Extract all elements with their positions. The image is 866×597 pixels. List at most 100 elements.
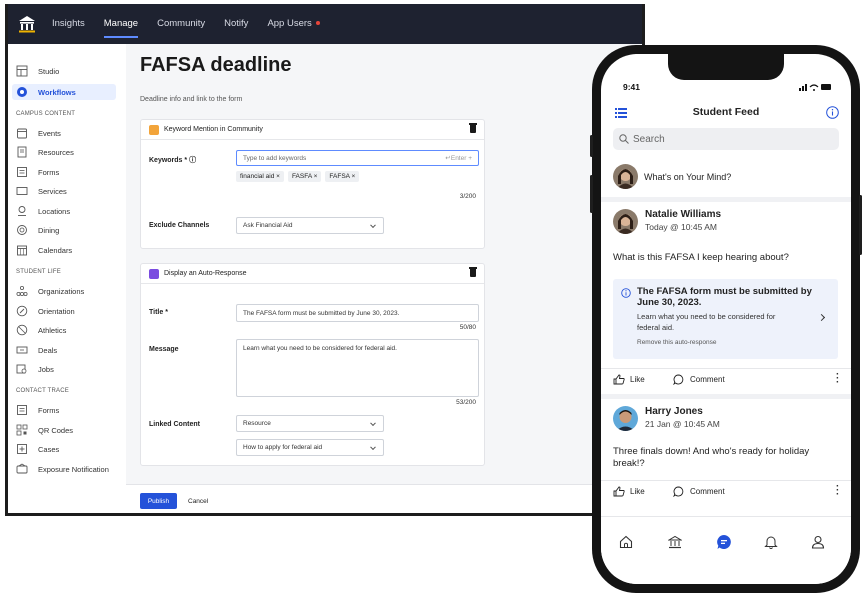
- sidebar-item-organizations[interactable]: Organizations: [16, 283, 116, 299]
- post-author: Natalie Williams: [645, 209, 722, 220]
- linked-content-value: How to apply for federal aid: [243, 444, 323, 451]
- linked-type-select[interactable]: Resource: [236, 415, 384, 432]
- auto-response-body: Learn what you need to be considered for…: [637, 312, 776, 332]
- sidebar-item-trace-forms[interactable]: Forms: [16, 402, 116, 418]
- sidebar: Studio Workflows CAMPUS CONTENT Events R…: [8, 44, 126, 513]
- nav-manage[interactable]: Manage: [103, 4, 139, 44]
- chevron-down-icon: [370, 221, 376, 228]
- compose-prompt[interactable]: What's on Your Mind?: [644, 172, 731, 182]
- auto-response-card: Display an Auto-Response Title * The FAF…: [140, 263, 485, 466]
- form-icon: [17, 405, 27, 415]
- sidebar-item-label: Orientation: [38, 306, 75, 316]
- section-divider: [601, 197, 851, 202]
- like-label: Like: [630, 487, 645, 496]
- more-options-icon[interactable]: · · ·: [836, 370, 839, 388]
- keyword-badge-icon: [149, 124, 159, 135]
- comment-label: Comment: [690, 487, 725, 496]
- nav-notify[interactable]: Notify: [224, 4, 248, 44]
- sidebar-item-cases[interactable]: Cases: [16, 441, 116, 457]
- feed-header: Student Feed: [601, 98, 851, 128]
- trash-icon[interactable]: [469, 267, 477, 277]
- sidebar-item-qr-codes[interactable]: QR Codes: [16, 422, 116, 438]
- nav-app-users-label: App Users: [267, 18, 312, 29]
- feed-icon[interactable]: [716, 534, 732, 550]
- sidebar-item-studio[interactable]: Studio: [16, 63, 116, 79]
- sidebar-item-events[interactable]: Events: [16, 125, 116, 141]
- campus-icon[interactable]: [668, 535, 682, 549]
- phone-notch: [668, 54, 784, 80]
- sidebar-item-label: Studio: [38, 66, 60, 76]
- linked-type-value: Resource: [243, 420, 271, 427]
- section-heading-contact-trace: CONTACT TRACE: [16, 388, 69, 394]
- sidebar-item-forms[interactable]: Forms: [16, 164, 116, 180]
- sidebar-item-athletics[interactable]: Athletics: [16, 322, 116, 338]
- sidebar-item-orientation[interactable]: Orientation: [16, 303, 116, 319]
- sidebar-item-jobs[interactable]: Jobs: [16, 361, 116, 377]
- sidebar-item-label: Deals: [38, 345, 58, 355]
- like-button[interactable]: Like: [613, 486, 645, 497]
- chevron-right-icon[interactable]: [817, 313, 826, 322]
- section-divider: [601, 394, 851, 399]
- keyword-chip[interactable]: financial aid ×: [236, 171, 284, 182]
- comment-button[interactable]: Comment: [673, 374, 725, 385]
- sidebar-item-label: Workflows: [38, 87, 76, 97]
- sidebar-item-label: Cases: [38, 444, 60, 454]
- section-heading-student-life: STUDENT LIFE: [16, 269, 61, 275]
- more-options-icon[interactable]: · · ·: [836, 482, 839, 500]
- trash-icon[interactable]: [469, 123, 477, 133]
- nav-app-users[interactable]: App Users: [267, 4, 320, 44]
- cancel-button[interactable]: Cancel: [188, 493, 208, 509]
- phone-button: [859, 195, 862, 255]
- publish-button[interactable]: Publish: [140, 493, 177, 509]
- keywords-input[interactable]: Type to add keywords ↵Enter +: [236, 150, 479, 166]
- sidebar-item-calendars[interactable]: Calendars: [16, 242, 116, 258]
- sidebar-item-label: Forms: [38, 405, 60, 415]
- status-time: 9:41: [623, 82, 641, 92]
- bottom-tab-bar: [601, 516, 851, 584]
- title-input[interactable]: The FAFSA form must be submitted by June…: [236, 304, 479, 322]
- enter-hint[interactable]: ↵Enter +: [445, 154, 472, 162]
- deals-ticket-icon: [16, 346, 28, 354]
- sidebar-item-workflows[interactable]: Workflows: [12, 84, 116, 100]
- card-header: Keyword Mention in Community: [141, 120, 484, 140]
- like-label: Like: [630, 375, 645, 384]
- search-input[interactable]: Search: [613, 128, 839, 150]
- exposure-alert-icon: [16, 463, 28, 474]
- info-icon[interactable]: [826, 106, 839, 119]
- comment-bubble-icon: [673, 374, 684, 385]
- sidebar-item-label: Events: [38, 128, 61, 138]
- sidebar-item-exposure-notification[interactable]: Exposure Notification: [16, 461, 116, 477]
- like-button[interactable]: Like: [613, 374, 645, 385]
- comment-button[interactable]: Comment: [673, 486, 725, 497]
- linked-content-label: Linked Content: [149, 421, 200, 428]
- linked-content-select[interactable]: How to apply for federal aid: [236, 439, 384, 456]
- keyword-chip[interactable]: FAFSA ×: [325, 171, 360, 182]
- sidebar-item-resources[interactable]: Resources: [16, 144, 116, 160]
- post-time: Today @ 10:45 AM: [645, 222, 717, 232]
- message-textarea[interactable]: Learn what you need to be considered for…: [236, 339, 479, 397]
- nav-insights[interactable]: Insights: [52, 4, 85, 44]
- location-pin-icon: [18, 206, 26, 216]
- remove-auto-response-link[interactable]: Remove this auto-response: [637, 339, 717, 346]
- sidebar-item-services[interactable]: Services: [16, 183, 116, 199]
- profile-icon[interactable]: [811, 535, 825, 549]
- thumbs-up-icon: [613, 486, 625, 497]
- nav-community[interactable]: Community: [157, 4, 205, 44]
- section-heading-campus: CAMPUS CONTENT: [16, 111, 76, 117]
- keywords-label: Keywords * ⓘ: [149, 157, 197, 164]
- avatar: [613, 406, 638, 431]
- sidebar-item-label: Forms: [38, 167, 60, 177]
- sidebar-item-dining[interactable]: Dining: [16, 222, 116, 238]
- athletics-ball-icon: [16, 324, 28, 336]
- campus-logo-icon[interactable]: [16, 13, 38, 35]
- sidebar-item-deals[interactable]: Deals: [16, 342, 116, 358]
- post-text: Three finals down! And who's ready for h…: [613, 446, 810, 469]
- exclude-channels-select[interactable]: Ask Financial Aid: [236, 217, 384, 234]
- sidebar-item-locations[interactable]: Locations: [16, 203, 116, 219]
- auto-response-box[interactable]: The FAFSA form must be submitted by June…: [613, 279, 838, 359]
- message-value: Learn what you need to be considered for…: [243, 345, 397, 352]
- home-icon[interactable]: [619, 535, 633, 549]
- title-value: The FAFSA form must be submitted by June…: [243, 309, 400, 317]
- bell-icon[interactable]: [764, 535, 778, 549]
- keyword-chip[interactable]: FASFA ×: [287, 171, 322, 182]
